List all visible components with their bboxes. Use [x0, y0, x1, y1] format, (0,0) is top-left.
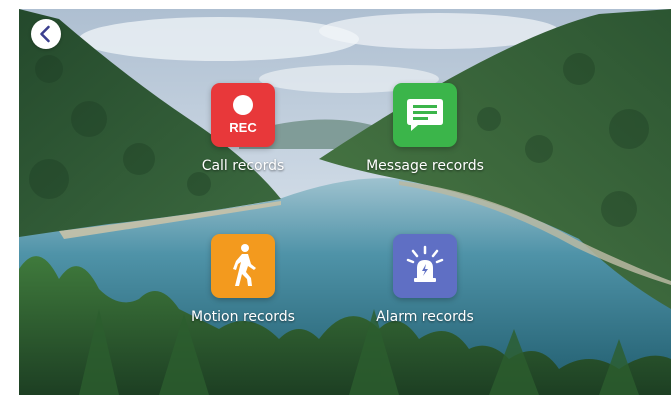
message-records-label: Message records — [366, 158, 484, 174]
call-records-label: Call records — [201, 158, 285, 174]
alarm-records-tile[interactable] — [393, 234, 457, 298]
alarm-siren-icon — [406, 245, 444, 282]
record-dot — [233, 95, 253, 115]
motion-records-tile[interactable] — [211, 234, 275, 298]
call-records-tile[interactable]: REC — [211, 83, 275, 147]
background-landscape — [19, 9, 671, 395]
call-records-button[interactable]: REC Call records — [163, 83, 323, 174]
records-screen — [19, 9, 671, 395]
back-button[interactable] — [31, 19, 61, 49]
message-records-tile[interactable] — [393, 83, 457, 147]
alarm-records-label: Alarm records — [376, 309, 474, 325]
message-icon — [407, 99, 443, 131]
message-records-button[interactable]: Message records — [345, 83, 505, 174]
rec-icon-text: REC — [229, 120, 257, 135]
motion-records-label: Motion records — [191, 309, 295, 325]
motion-records-button[interactable]: Motion records — [163, 234, 323, 325]
alarm-records-button[interactable]: Alarm records — [345, 234, 505, 325]
chevron-left-icon — [40, 25, 50, 43]
walking-person-icon — [233, 244, 256, 286]
